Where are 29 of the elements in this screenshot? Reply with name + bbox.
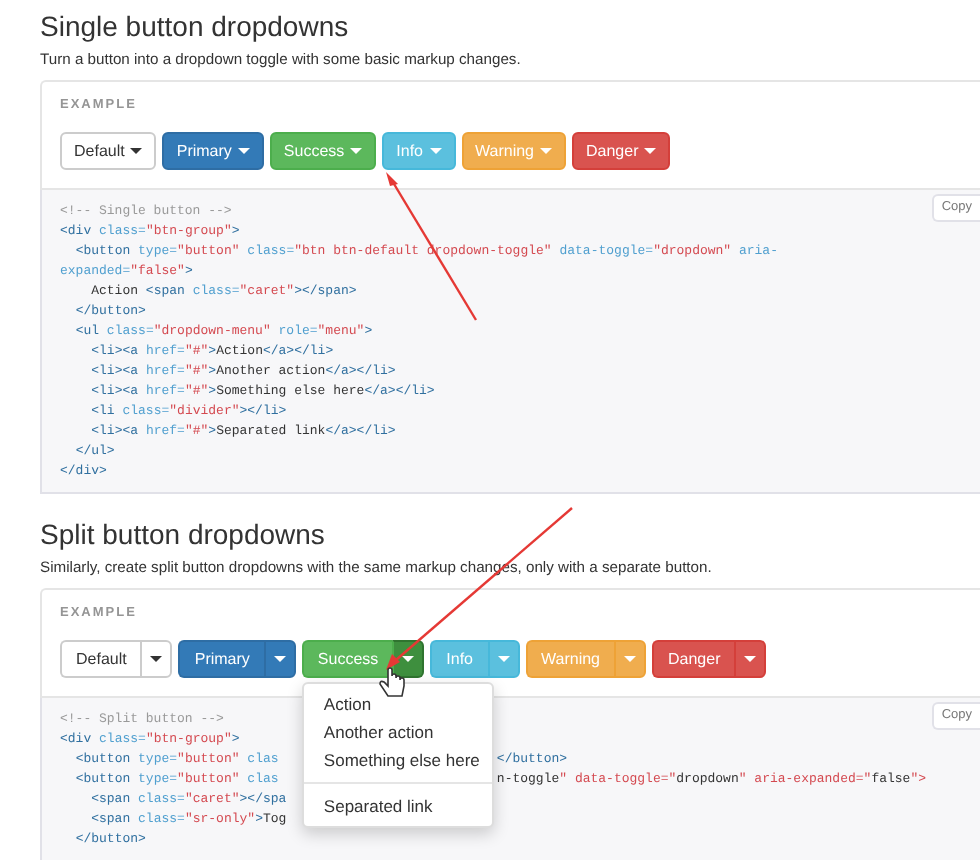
caret-icon	[644, 148, 657, 154]
split-main-button[interactable]: Danger	[652, 640, 735, 678]
dropdown-button[interactable]: Primary	[162, 132, 264, 170]
caret-icon	[540, 148, 552, 154]
caret-icon	[350, 148, 363, 154]
section-heading: Single button dropdowns	[40, 10, 351, 44]
dropdown-toggle-button[interactable]	[734, 640, 767, 678]
dropdown-button[interactable]: Danger	[572, 132, 671, 170]
caret-icon	[130, 148, 143, 154]
dropdown-toggle-button[interactable]	[263, 640, 296, 678]
menu-item[interactable]: Separated link	[303, 792, 492, 820]
menu-item[interactable]: Another action	[303, 718, 492, 746]
dropdown-toggle-button[interactable]	[487, 640, 519, 678]
menu-item[interactable]: Something else here	[303, 746, 492, 774]
caret-icon	[744, 656, 757, 662]
caret-icon	[273, 656, 286, 662]
caret-icon	[624, 656, 636, 662]
split-main-button[interactable]: Success	[301, 640, 393, 678]
dropdown-toggle-button[interactable]	[614, 640, 646, 678]
caret-icon	[429, 148, 441, 154]
split-main-button[interactable]: Default	[60, 640, 141, 678]
caret-icon	[237, 148, 250, 154]
section-heading: Split button dropdowns	[40, 518, 327, 552]
caret-icon	[497, 656, 509, 662]
dropdown-button[interactable]: Success	[269, 132, 377, 170]
split-main-button[interactable]: Primary	[178, 640, 264, 678]
caret-icon	[150, 656, 163, 662]
menu-item[interactable]: Action	[303, 690, 492, 718]
dropdown-button[interactable]: Default	[60, 132, 157, 170]
